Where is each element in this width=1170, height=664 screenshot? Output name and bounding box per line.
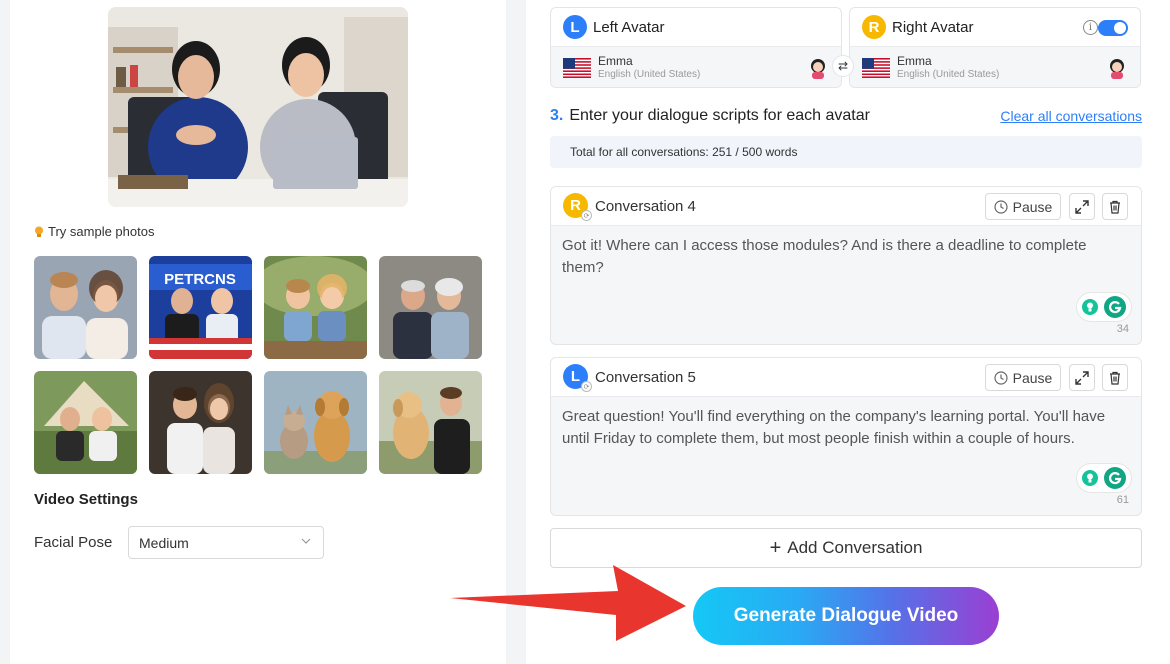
expand-icon xyxy=(1075,199,1089,214)
left-avatar-badge: L xyxy=(563,15,587,39)
conversation-title: Conversation 4 xyxy=(595,197,696,215)
right-avatar-toggle[interactable] xyxy=(1098,20,1128,36)
character-count: 34 xyxy=(1116,323,1129,335)
conversation-card: R ⟳ Conversation 4 Pause Got it! Where c… xyxy=(550,186,1142,345)
red-arrow-annotation xyxy=(450,565,686,641)
lightbulb-icon xyxy=(35,226,43,237)
sample-photos-grid: PETRCNS xyxy=(34,256,482,474)
sample-photo-couple[interactable] xyxy=(34,256,137,359)
left-avatar-title: Left Avatar xyxy=(593,18,665,36)
female-avatar-icon xyxy=(1110,59,1124,79)
conversation-text[interactable]: Great question! You'll find everything o… xyxy=(551,397,1141,459)
right-voice-name: Emma xyxy=(897,54,932,68)
right-avatar-voice[interactable]: Emma English (United States) xyxy=(850,47,1140,87)
grammarly-icon xyxy=(1103,467,1126,489)
step-number: 3. xyxy=(550,107,564,124)
conversation-text[interactable]: Got it! Where can I access those modules… xyxy=(551,226,1141,288)
clock-icon xyxy=(994,199,1008,214)
chevron-down-icon xyxy=(301,538,311,544)
grammarly-widget[interactable] xyxy=(1077,293,1131,321)
sync-icon: ⟳ xyxy=(581,210,592,221)
sample-photo-man-dog[interactable] xyxy=(379,371,482,474)
conversation-title: Conversation 5 xyxy=(595,368,696,386)
right-avatar-card[interactable]: R Right Avatar i Emma English (United St… xyxy=(849,7,1141,88)
trash-icon xyxy=(1110,371,1120,385)
delete-button[interactable] xyxy=(1102,364,1128,391)
grammarly-icon xyxy=(1103,296,1126,318)
right-avatar-badge: R xyxy=(862,15,886,39)
pause-button[interactable]: Pause xyxy=(985,364,1061,391)
add-conversation-button[interactable]: + Add Conversation xyxy=(550,528,1142,568)
sample-photo-kids[interactable] xyxy=(264,256,367,359)
expand-button[interactable] xyxy=(1069,193,1095,220)
pause-button[interactable]: Pause xyxy=(985,193,1061,220)
thumb-news-text: PETRCNS xyxy=(164,271,236,288)
left-voice-locale: English (United States) xyxy=(598,69,701,80)
sample-photo-camping[interactable] xyxy=(34,371,137,474)
step-3-heading: 3. Enter your dialogue scripts for each a… xyxy=(550,107,870,125)
clock-icon xyxy=(994,370,1008,385)
us-flag-icon xyxy=(862,57,890,78)
lightbulb-icon xyxy=(1082,470,1099,486)
facial-pose-value: Medium xyxy=(139,534,189,551)
step-text: Enter your dialogue scripts for each ava… xyxy=(569,107,870,124)
expand-icon xyxy=(1075,370,1089,385)
plus-icon: + xyxy=(769,536,782,559)
conversation-card: L ⟳ Conversation 5 Pause Great question!… xyxy=(550,357,1142,516)
try-sample-photos-label: Try sample photos xyxy=(34,224,154,239)
uploaded-photo xyxy=(108,7,408,207)
generate-dialogue-video-button[interactable]: Generate Dialogue Video xyxy=(693,587,999,645)
facial-pose-label: Facial Pose xyxy=(34,534,113,551)
info-icon[interactable]: i xyxy=(1083,20,1098,35)
facial-pose-select[interactable]: Medium xyxy=(128,526,324,559)
swap-avatars-button[interactable]: ⇄ xyxy=(832,55,854,77)
sample-photo-young-couple[interactable] xyxy=(149,371,252,474)
us-flag-icon xyxy=(563,57,591,78)
video-settings-title: Video Settings xyxy=(34,491,138,508)
character-count: 61 xyxy=(1116,494,1129,506)
sync-icon: ⟳ xyxy=(581,381,592,392)
trash-icon xyxy=(1110,200,1120,214)
sample-photo-elderly-couple[interactable] xyxy=(379,256,482,359)
total-word-count: Total for all conversations: 251 / 500 w… xyxy=(550,136,1142,168)
right-voice-locale: English (United States) xyxy=(897,69,1000,80)
delete-button[interactable] xyxy=(1102,193,1128,220)
left-voice-name: Emma xyxy=(598,54,633,68)
grammarly-widget[interactable] xyxy=(1077,464,1131,492)
right-avatar-title: Right Avatar xyxy=(892,18,974,36)
left-avatar-voice[interactable]: Emma English (United States) xyxy=(551,47,841,87)
expand-button[interactable] xyxy=(1069,364,1095,391)
sample-photo-news-anchors[interactable]: PETRCNS xyxy=(149,256,252,359)
female-avatar-icon xyxy=(811,59,825,79)
sample-photo-cat-dog[interactable] xyxy=(264,371,367,474)
left-panel: Try sample photos PETRCNS Video Settings… xyxy=(10,0,506,664)
clear-all-conversations-link[interactable]: Clear all conversations xyxy=(1000,108,1142,124)
left-avatar-card[interactable]: L Left Avatar Emma English (United State… xyxy=(550,7,842,88)
lightbulb-icon xyxy=(1082,299,1099,315)
